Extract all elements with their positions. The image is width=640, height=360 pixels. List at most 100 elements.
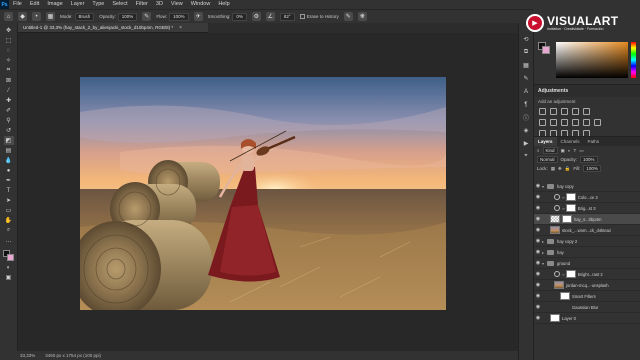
menu-view[interactable]: View xyxy=(167,0,187,9)
layer-row[interactable]: ◉ ∞ Brig...st 3 xyxy=(534,203,640,214)
lasso-icon[interactable]: ◌ xyxy=(4,46,14,55)
layer-thumbnail[interactable] xyxy=(550,314,560,322)
brush-icon[interactable]: ✐ xyxy=(4,106,14,115)
frame-icon[interactable]: ⊠ xyxy=(4,76,14,85)
tab-layers[interactable]: Layers xyxy=(534,137,557,146)
rectangle-icon[interactable]: ▭ xyxy=(4,206,14,215)
color-balance-icon[interactable] xyxy=(550,119,557,126)
gradient-icon[interactable]: ▤ xyxy=(4,146,14,155)
move-icon[interactable]: ✥ xyxy=(4,26,14,35)
more-tools-icon[interactable]: … xyxy=(4,236,14,245)
airbrush-icon[interactable]: ✈ xyxy=(193,12,203,21)
layer-mask-thumbnail[interactable] xyxy=(565,270,576,278)
paragraph-panel-icon[interactable]: ¶ xyxy=(522,100,531,109)
angle-field[interactable]: 82° xyxy=(279,12,295,21)
marquee-icon[interactable]: ⬚ xyxy=(4,36,14,45)
exposure-icon[interactable] xyxy=(572,108,579,115)
hue-saturation-icon[interactable] xyxy=(539,119,546,126)
blur-icon[interactable]: 💧 xyxy=(4,156,14,165)
menu-select[interactable]: Select xyxy=(108,0,131,9)
hue-slider[interactable] xyxy=(631,42,636,78)
pressure-opacity-icon[interactable]: ✎ xyxy=(142,12,152,21)
visibility-eye-icon[interactable]: ◉ xyxy=(534,205,542,211)
layer-row[interactable]: ◉ ▾ ground xyxy=(534,258,640,269)
quick-select-icon[interactable]: ✧ xyxy=(4,56,14,65)
visibility-eye-icon[interactable]: ◉ xyxy=(534,304,542,310)
color-panel-background[interactable] xyxy=(542,46,550,54)
adjustments-title[interactable]: Adjustments xyxy=(534,85,640,97)
layer-row[interactable]: ◉ ▸ hay xyxy=(534,247,640,258)
brush-settings-icon[interactable]: ▦ xyxy=(46,12,55,21)
layer-row[interactable]: ◉ jordan-mcq...-unsplash xyxy=(534,280,640,291)
character-panel-icon[interactable]: A xyxy=(522,87,531,96)
opacity-field[interactable]: 100% xyxy=(117,12,138,21)
lock-position-icon[interactable]: ✥ xyxy=(558,166,562,172)
background-color-swatch[interactable] xyxy=(6,254,14,261)
adjustment-filter-icon[interactable]: ◐ xyxy=(568,148,571,153)
lock-all-icon[interactable]: 🔒 xyxy=(565,166,571,172)
pressure-size-icon[interactable]: ✎ xyxy=(343,12,353,21)
layer-row[interactable]: ◉ Smart Filters xyxy=(534,291,640,302)
eraser-tool-preset-icon[interactable]: ◆ xyxy=(18,12,27,21)
curves-icon[interactable] xyxy=(561,108,568,115)
visibility-eye-icon[interactable]: ◉ xyxy=(534,271,542,277)
path-select-icon[interactable]: ➤ xyxy=(4,196,14,205)
layer-opacity-field[interactable]: 100% xyxy=(580,156,598,163)
quick-mask-icon[interactable]: ◐ xyxy=(4,263,14,272)
color-lookup-icon[interactable] xyxy=(594,119,601,126)
menu-filter[interactable]: Filter xyxy=(132,0,152,9)
visibility-eye-icon[interactable]: ◉ xyxy=(534,315,542,321)
brightness-contrast-icon[interactable] xyxy=(539,108,546,115)
levels-icon[interactable] xyxy=(550,108,557,115)
visibility-eye-icon[interactable]: ◉ xyxy=(534,194,542,200)
swatches-panel-icon[interactable]: ▦ xyxy=(522,61,531,70)
brush-size-icon[interactable]: • xyxy=(32,12,41,21)
flow-field[interactable]: 100% xyxy=(169,12,189,21)
layer-row[interactable]: ◉ stock_...wom...ck_d4kteaz xyxy=(534,225,640,236)
color-picker-field[interactable] xyxy=(556,42,628,78)
smart-object-thumbnail[interactable] xyxy=(554,281,564,289)
screen-mode-icon[interactable]: ▣ xyxy=(4,273,14,282)
tab-channels[interactable]: Channels xyxy=(557,137,584,146)
layer-thumbnail[interactable] xyxy=(550,215,560,223)
smart-filter-mask-thumbnail[interactable] xyxy=(560,292,570,300)
canvas-area[interactable] xyxy=(18,33,518,351)
layer-mask-thumbnail[interactable] xyxy=(565,204,576,212)
document-tab[interactable]: Untitled-1 @ 33,3% (hay_stack_2_by_alien… xyxy=(18,23,208,33)
type-filter-icon[interactable]: T xyxy=(574,148,577,153)
eraser-icon[interactable]: ◩ xyxy=(3,136,14,145)
menu-window[interactable]: Window xyxy=(187,0,215,9)
hand-icon[interactable]: ✋ xyxy=(4,216,14,225)
layer-row-selected[interactable]: ◉ hay_s...0bp4m xyxy=(534,214,640,225)
layer-row[interactable]: ◉ ▸ hay copy 2 xyxy=(534,236,640,247)
crop-icon[interactable]: ⌗ xyxy=(4,66,14,75)
tab-paths[interactable]: Paths xyxy=(584,137,604,146)
black-white-icon[interactable] xyxy=(561,119,568,126)
zoom-level[interactable]: 33,33% xyxy=(20,353,35,358)
actions-panel-icon[interactable]: ▶ xyxy=(522,139,531,148)
photo-filter-icon[interactable] xyxy=(572,119,579,126)
menu-file[interactable]: File xyxy=(9,0,26,9)
menu-image[interactable]: Image xyxy=(43,0,66,9)
layer-row[interactable]: ◉ ∞ Colo...ce 2 xyxy=(534,192,640,203)
vibrance-icon[interactable] xyxy=(583,108,590,115)
visibility-eye-icon[interactable]: ◉ xyxy=(534,216,542,222)
menu-help[interactable]: Help xyxy=(214,0,233,9)
type-icon[interactable]: T xyxy=(4,186,14,195)
navigator-panel-icon[interactable]: ⌖ xyxy=(522,152,531,161)
visibility-eye-icon[interactable]: ◉ xyxy=(534,238,542,244)
layer-mask-thumbnail[interactable] xyxy=(562,215,572,223)
visibility-eye-icon[interactable]: ◉ xyxy=(534,282,542,288)
zoom-icon[interactable]: ⌕ xyxy=(4,226,14,235)
layer-row[interactable]: ◉ Gaussian Blur xyxy=(534,302,640,313)
clone-stamp-icon[interactable]: ⚲ xyxy=(4,116,14,125)
smoothing-settings-icon[interactable]: ⚙ xyxy=(251,12,261,21)
lock-pixels-icon[interactable]: ▦ xyxy=(551,166,555,172)
dodge-icon[interactable]: ● xyxy=(4,166,14,175)
smoothing-field[interactable]: 0% xyxy=(232,12,247,21)
layer-row[interactable]: ◉ ∞ Bright...rast 2 xyxy=(534,269,640,280)
layer-row[interactable]: ◉ ▾ hay copy xyxy=(534,181,640,192)
visibility-eye-icon[interactable]: ◉ xyxy=(534,293,542,299)
menu-edit[interactable]: Edit xyxy=(26,0,43,9)
visibility-eye-icon[interactable]: ◉ xyxy=(534,227,542,233)
